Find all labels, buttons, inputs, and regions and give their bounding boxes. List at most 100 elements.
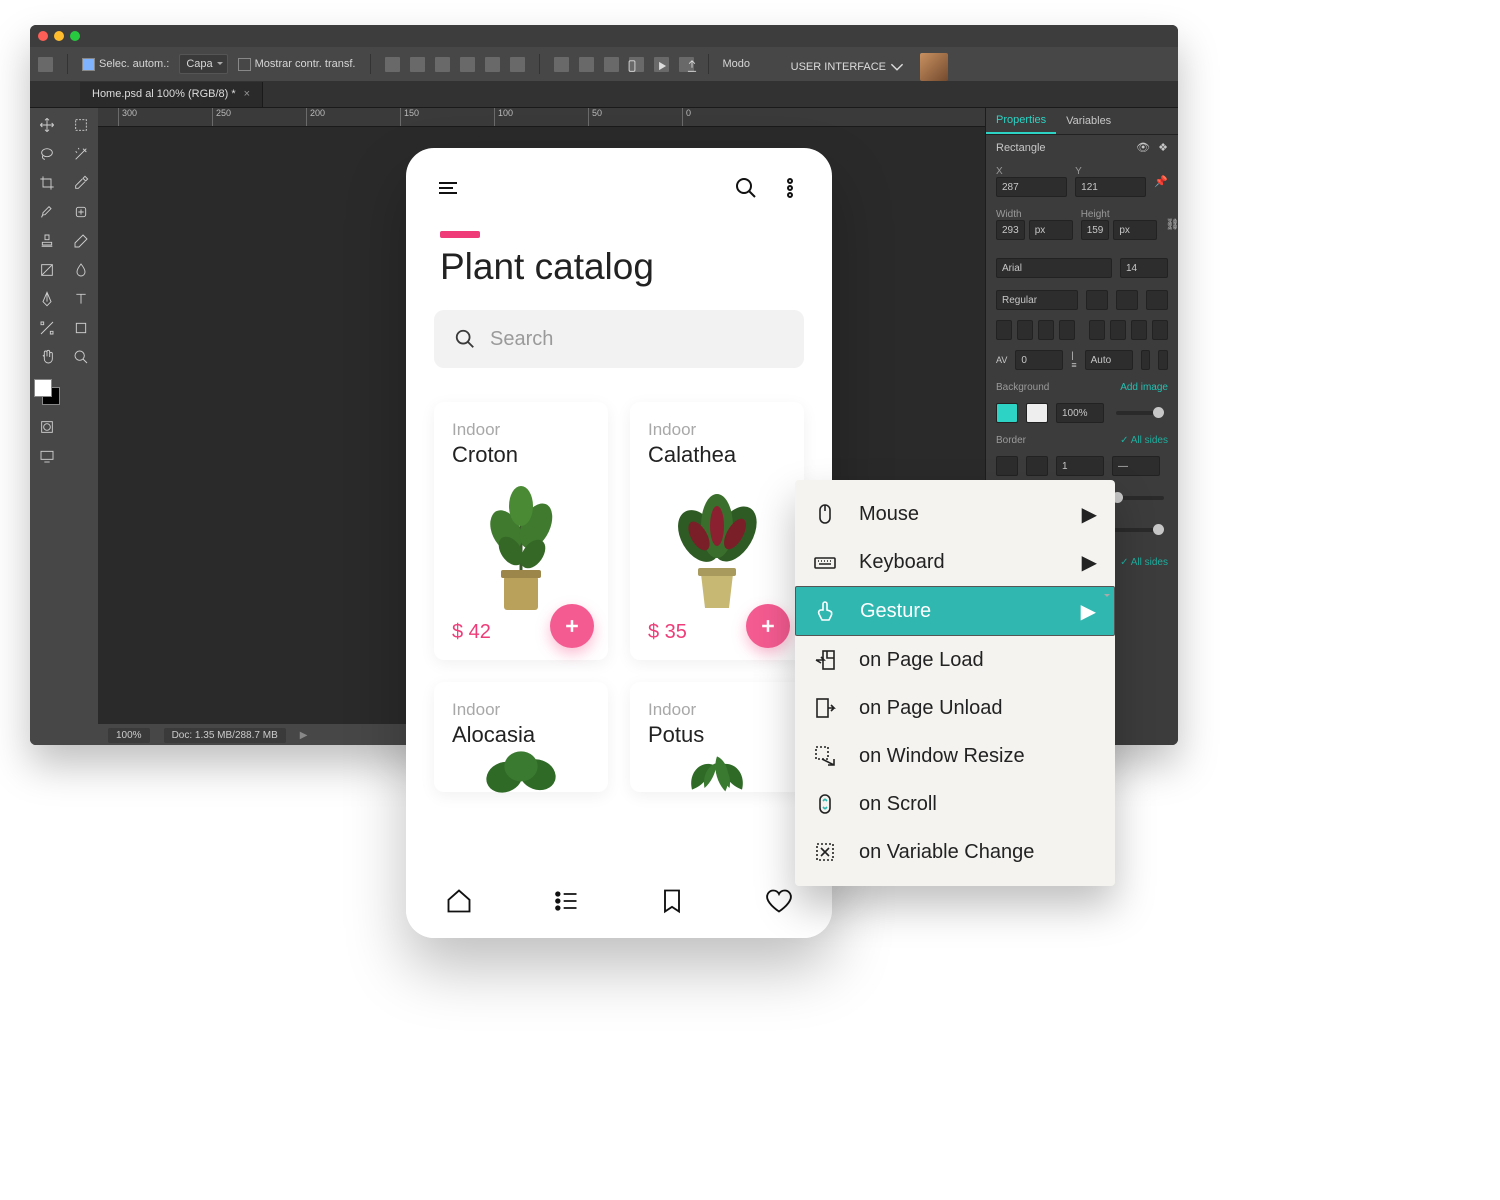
bg-enabled-icon[interactable]: [996, 403, 1018, 423]
more-icon[interactable]: [778, 176, 802, 205]
smudge-tool-icon[interactable]: [69, 258, 93, 282]
align-top-icon[interactable]: [460, 57, 475, 72]
shape-tool-icon[interactable]: [69, 316, 93, 340]
lasso-tool-icon[interactable]: [35, 142, 59, 166]
zoom-tool-icon[interactable]: [69, 345, 93, 369]
search-icon[interactable]: [734, 176, 758, 205]
zoom-level[interactable]: 100%: [108, 728, 150, 743]
height-unit[interactable]: px: [1113, 220, 1157, 240]
x-input[interactable]: 287: [996, 177, 1067, 197]
visibility-icon[interactable]: 👁: [1136, 141, 1150, 154]
align-left-text-icon[interactable]: [996, 320, 1012, 340]
layer-select[interactable]: Capa: [179, 54, 227, 74]
link-icon[interactable]: ⛓: [1165, 218, 1178, 231]
menu-item-window-resize[interactable]: on Window Resize: [795, 732, 1115, 780]
width-unit[interactable]: px: [1029, 220, 1073, 240]
menu-item-gesture[interactable]: Gesture ▶: [795, 586, 1115, 636]
auto-select-checkbox[interactable]: Selec. autom.:: [82, 58, 169, 71]
product-card[interactable]: Indoor Potus: [630, 682, 804, 792]
add-image-link[interactable]: Add image: [1120, 382, 1168, 393]
screenmode-icon[interactable]: [35, 444, 59, 468]
align-bottom-icon[interactable]: [510, 57, 525, 72]
add-button[interactable]: [746, 604, 790, 648]
eyedropper-tool-icon[interactable]: [69, 171, 93, 195]
bookmark-icon[interactable]: [658, 887, 686, 920]
home-icon[interactable]: [445, 887, 473, 920]
y-input[interactable]: 121: [1075, 177, 1146, 197]
distribute-3-icon[interactable]: [604, 57, 619, 72]
menu-item-mouse[interactable]: Mouse ▶: [795, 490, 1115, 538]
valign-top-icon[interactable]: [1089, 320, 1105, 340]
height-input[interactable]: 159: [1081, 220, 1110, 240]
play-icon[interactable]: [655, 59, 669, 76]
eraser-tool-icon[interactable]: [69, 229, 93, 253]
add-button[interactable]: [550, 604, 594, 648]
pen-tool-icon[interactable]: [35, 287, 59, 311]
align-justify-icon[interactable]: [1059, 320, 1075, 340]
device-icon[interactable]: [625, 59, 639, 76]
align-left-icon[interactable]: [385, 57, 400, 72]
export-icon[interactable]: [685, 59, 699, 76]
border-enabled-icon[interactable]: [996, 456, 1018, 476]
bg-opacity-input[interactable]: 100%: [1056, 403, 1104, 423]
close-icon[interactable]: ×: [244, 88, 250, 100]
strike-icon[interactable]: [1146, 290, 1168, 310]
window-min-icon[interactable]: [54, 31, 64, 41]
user-interface-dropdown[interactable]: USER INTERFACE: [791, 60, 904, 74]
align-hcenter-icon[interactable]: [410, 57, 425, 72]
marquee-tool-icon[interactable]: [69, 113, 93, 137]
menu-item-page-load[interactable]: on Page Load: [795, 636, 1115, 684]
color-swatches[interactable]: [34, 379, 60, 405]
menu-item-variable-change[interactable]: on Variable Change: [795, 828, 1115, 876]
move-tool-icon[interactable]: [38, 57, 53, 72]
width-input[interactable]: 293: [996, 220, 1025, 240]
valign-bot-icon[interactable]: [1131, 320, 1147, 340]
wand-tool-icon[interactable]: [69, 142, 93, 166]
crop-tool-icon[interactable]: [35, 171, 59, 195]
list-icon[interactable]: [552, 887, 580, 920]
layers-icon[interactable]: ❖: [1158, 141, 1168, 154]
product-card[interactable]: Indoor Croton $ 42: [434, 402, 608, 660]
show-transform-checkbox[interactable]: Mostrar contr. transf.: [238, 58, 356, 71]
bg-color-swatch[interactable]: [1026, 403, 1048, 423]
healing-tool-icon[interactable]: [69, 200, 93, 224]
avatar[interactable]: [920, 53, 948, 81]
gradient-tool-icon[interactable]: [35, 258, 59, 282]
type-tool-icon[interactable]: [69, 287, 93, 311]
quickmask-icon[interactable]: [35, 415, 59, 439]
hand-tool-icon[interactable]: [35, 345, 59, 369]
font-family-select[interactable]: Arial: [996, 258, 1112, 278]
heart-icon[interactable]: [765, 887, 793, 920]
text-opts-icon[interactable]: [1158, 350, 1168, 370]
bg-opacity-slider[interactable]: [1116, 411, 1164, 415]
move-tool-icon[interactable]: [35, 113, 59, 137]
font-weight-select[interactable]: Regular: [996, 290, 1078, 310]
opacity-slider[interactable]: [1112, 528, 1164, 532]
window-titlebar[interactable]: [30, 25, 1178, 47]
distribute-1-icon[interactable]: [554, 57, 569, 72]
list-icon[interactable]: [1152, 320, 1168, 340]
search-input[interactable]: Search: [434, 310, 804, 368]
tab-variables[interactable]: Variables: [1056, 108, 1121, 134]
stamp-tool-icon[interactable]: [35, 229, 59, 253]
border-style-select[interactable]: —: [1112, 456, 1160, 476]
font-size-input[interactable]: 14: [1120, 258, 1168, 278]
crop-text-icon[interactable]: [1141, 350, 1151, 370]
underline-icon[interactable]: [1116, 290, 1138, 310]
align-right-text-icon[interactable]: [1038, 320, 1054, 340]
bold-icon[interactable]: [1086, 290, 1108, 310]
tracking-input[interactable]: 0: [1015, 350, 1063, 370]
lineheight-input[interactable]: Auto: [1085, 350, 1133, 370]
product-card[interactable]: Indoor Calathea $ 35: [630, 402, 804, 660]
document-tab[interactable]: Home.psd al 100% (RGB/8) * ×: [80, 82, 263, 107]
menu-icon[interactable]: [436, 176, 460, 205]
align-center-text-icon[interactable]: [1017, 320, 1033, 340]
border-width-input[interactable]: 1: [1056, 456, 1104, 476]
pin-icon[interactable]: 📌: [1154, 175, 1168, 188]
menu-item-page-unload[interactable]: on Page Unload: [795, 684, 1115, 732]
product-card[interactable]: Indoor Alocasia: [434, 682, 608, 792]
menu-item-keyboard[interactable]: Keyboard ▶: [795, 538, 1115, 586]
align-right-icon[interactable]: [435, 57, 450, 72]
valign-mid-icon[interactable]: [1110, 320, 1126, 340]
menu-item-scroll[interactable]: on Scroll: [795, 780, 1115, 828]
